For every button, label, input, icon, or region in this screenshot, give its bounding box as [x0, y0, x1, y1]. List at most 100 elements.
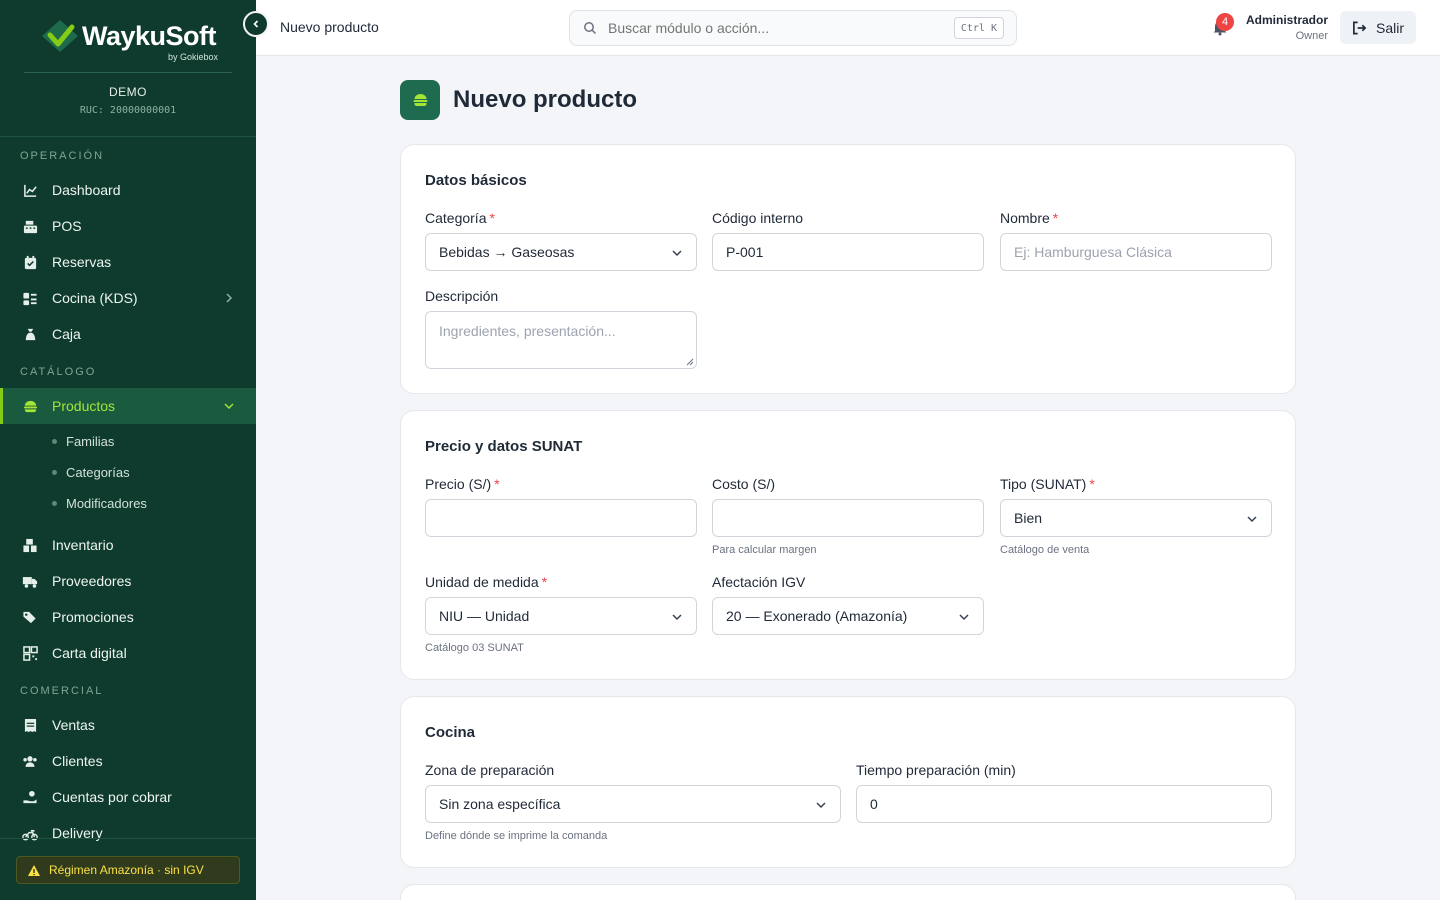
search-box[interactable]: Ctrl K: [569, 10, 1017, 46]
field-unidad: Unidad de medida * NIU — Unidad Catálogo …: [425, 574, 697, 654]
search-input[interactable]: [608, 20, 928, 36]
section-operacion: OPERACIÓN: [20, 150, 105, 162]
sidebar-subitem-familias[interactable]: Familias: [0, 426, 256, 457]
field-codigo: Código interno P-001: [712, 210, 984, 271]
select-value: Sin zona específica: [439, 796, 561, 812]
sidebar-footer: Régimen Amazonía · sin IGV: [0, 838, 256, 900]
sidebar-item-pos[interactable]: POS: [0, 208, 256, 244]
sidebar-item-label: Carta digital: [52, 645, 127, 661]
user-info[interactable]: Administrador Owner: [1246, 13, 1328, 42]
brand-name: WaykuSoft: [81, 20, 217, 51]
kitchen-icon: [22, 290, 38, 306]
tenant-name: DEMO: [109, 85, 147, 99]
field-tiempo: Tiempo preparación (min) 0: [856, 762, 1272, 823]
sidebar-item-ventas[interactable]: Ventas: [0, 707, 256, 743]
sidebar-item-label: Ventas: [52, 717, 95, 733]
page-header: Nuevo producto: [400, 80, 637, 120]
sidebar-subitem-label: Categorías: [66, 465, 130, 480]
sidebar-item-clientes[interactable]: Clientes: [0, 743, 256, 779]
costo-input[interactable]: [712, 499, 984, 537]
field-nombre: Nombre * Ej: Hamburguesa Clásica: [1000, 210, 1272, 271]
sidebar-item-proveedores[interactable]: Proveedores: [0, 563, 256, 599]
card-precio-sunat: Precio y datos SUNAT Precio (S/) * Costo …: [400, 410, 1296, 680]
sidebar-item-label: POS: [52, 218, 82, 234]
precio-input[interactable]: [425, 499, 697, 537]
chart-line-icon: [22, 182, 38, 198]
zona-select[interactable]: Sin zona específica: [425, 785, 841, 823]
field-hint: Catálogo 03 SUNAT: [425, 642, 524, 654]
notification-badge: 4: [1216, 13, 1234, 31]
field-label: Zona de preparación: [425, 762, 555, 778]
tags-icon: [22, 609, 38, 625]
sidebar-item-caja[interactable]: Caja: [0, 316, 256, 352]
sidebar-subitem-label: Modificadores: [66, 496, 147, 511]
field-label: Unidad de medida *: [425, 574, 548, 590]
sidebar-item-cuentas-por-cobrar[interactable]: Cuentas por cobrar: [0, 779, 256, 815]
search-shortcut: Ctrl K: [953, 17, 1004, 39]
sidebar-item-reservas[interactable]: Reservas: [0, 244, 256, 280]
sidebar-item-label: Productos: [52, 398, 116, 414]
sidebar-item-label: Caja: [52, 326, 81, 342]
afectacion-igv-select[interactable]: 20 — Exonerado (Amazonía): [712, 597, 984, 635]
resize-handle-icon[interactable]: [686, 358, 694, 366]
sidebar-item-label: Reservas: [52, 254, 112, 270]
unidad-select[interactable]: NIU — Unidad: [425, 597, 697, 635]
sidebar-item-promociones[interactable]: Promociones: [0, 599, 256, 635]
field-categoria: Categoría * Bebidas → Gaseosas: [425, 210, 697, 271]
field-label: Precio (S/) *: [425, 476, 500, 492]
card-title: Cocina: [425, 724, 476, 741]
tiempo-input[interactable]: 0: [856, 785, 1272, 823]
logo[interactable]: WaykuSoft: [40, 18, 217, 54]
textarea-placeholder: Ingredientes, presentación...: [439, 323, 616, 339]
sidebar-item-carta-digital[interactable]: Carta digital: [0, 635, 256, 671]
field-hint: Define dónde se imprime la comanda: [425, 830, 608, 842]
warning-icon: [28, 864, 40, 876]
sidebar-collapse-button[interactable]: [243, 11, 269, 37]
brand-sub: by Gokiebox: [167, 52, 218, 62]
calendar-check-icon: [22, 254, 38, 270]
field-hint: Para calcular margen: [712, 544, 817, 556]
brand-divider: [24, 72, 232, 73]
sidebar-item-productos[interactable]: Productos: [0, 388, 256, 424]
logout-button[interactable]: Salir: [1340, 11, 1416, 44]
hand-coin-icon: [22, 789, 38, 805]
categoria-select[interactable]: Bebidas → Gaseosas: [425, 233, 697, 271]
nombre-input[interactable]: Ej: Hamburguesa Clásica: [1000, 233, 1272, 271]
page-title: Nuevo producto: [453, 86, 637, 113]
card-cocina: Cocina Zona de preparación Sin zona espe…: [400, 696, 1296, 868]
field-precio: Precio (S/) *: [425, 476, 697, 537]
select-value: Bien: [1014, 510, 1043, 526]
sidebar-item-dashboard[interactable]: Dashboard: [0, 172, 256, 208]
chevron-down-icon: [672, 250, 682, 257]
sidebar: WaykuSoft by Gokiebox DEMO RUC: 20000000…: [0, 0, 256, 900]
card-title: Precio y datos SUNAT: [425, 438, 583, 455]
logout-label: Salir: [1375, 19, 1404, 36]
sidebar-item-cocina[interactable]: Cocina (KDS): [0, 280, 256, 316]
chevron-down-icon: [672, 614, 682, 621]
section-comercial: COMERCIAL: [20, 685, 104, 697]
qr-code-icon: [22, 645, 38, 661]
bullet-icon: [52, 470, 57, 475]
descripcion-textarea[interactable]: Ingredientes, presentación...: [425, 311, 697, 369]
bullet-icon: [52, 501, 57, 506]
sidebar-item-label: Cocina (KDS): [52, 290, 138, 306]
tipo-sunat-select[interactable]: Bien: [1000, 499, 1272, 537]
chevron-down-icon: [1247, 516, 1257, 523]
field-label: Categoría *: [425, 210, 495, 226]
field-label: Tipo (SUNAT) *: [1000, 476, 1095, 492]
topbar: Nuevo producto Ctrl K 4 Administrador Ow…: [256, 0, 1440, 56]
logout-icon: [1353, 21, 1367, 34]
burger-icon: [22, 398, 38, 414]
field-descripcion: Descripción Ingredientes, presentación..…: [425, 288, 697, 369]
codigo-input[interactable]: P-001: [712, 233, 984, 271]
sidebar-subitem-categorias[interactable]: Categorías: [0, 457, 256, 488]
sidebar-subitem-label: Familias: [66, 434, 115, 449]
tenant-ruc: RUC: 20000000001: [79, 105, 177, 116]
regime-label: Régimen Amazonía · sin IGV: [49, 863, 204, 877]
sidebar-subitem-modificadores[interactable]: Modificadores: [0, 488, 256, 519]
burger-icon: [400, 80, 440, 120]
topbar-title: Nuevo producto: [280, 19, 379, 35]
sidebar-item-inventario[interactable]: Inventario: [0, 527, 256, 563]
sidebar-item-label: Cuentas por cobrar: [52, 789, 172, 805]
field-label: Costo (S/): [712, 476, 776, 492]
